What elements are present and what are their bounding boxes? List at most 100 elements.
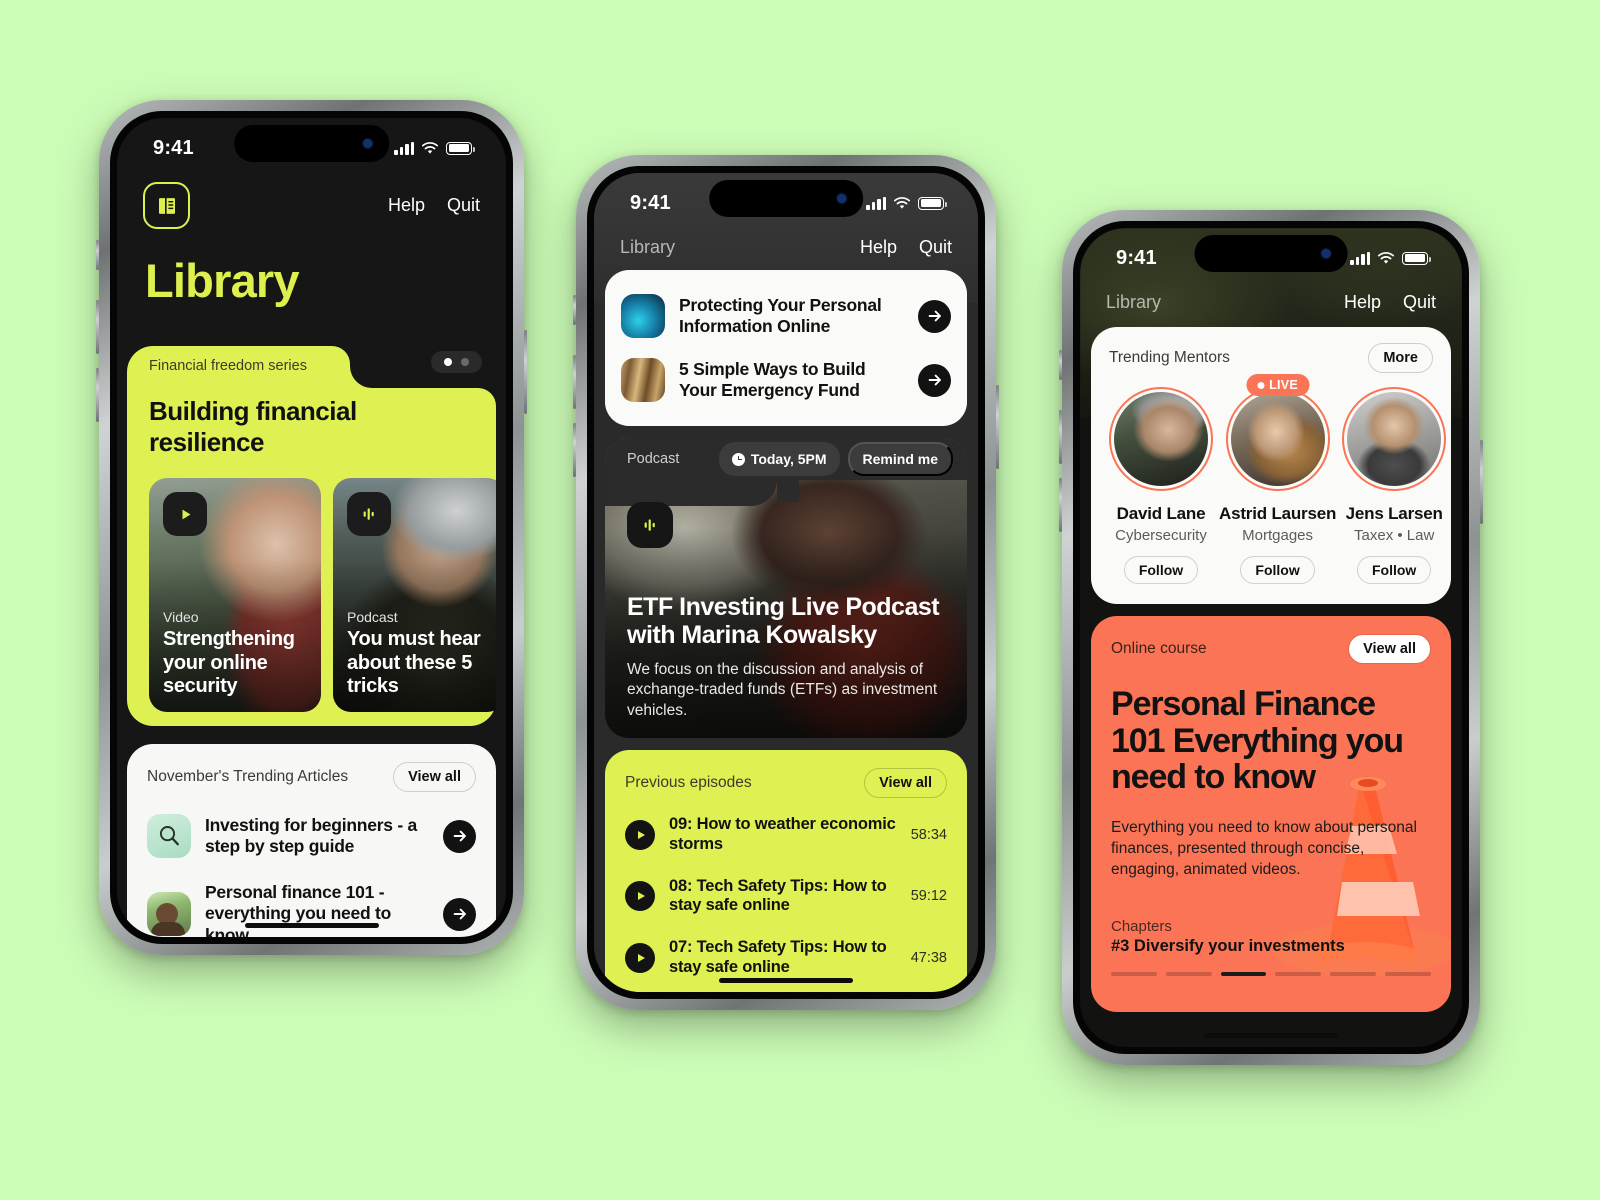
mentor-card[interactable]: Jens Larsen Taxex • Law Follow (1342, 387, 1447, 584)
course-description: Everything you need to know about person… (1111, 819, 1417, 878)
waveform-icon[interactable] (347, 492, 391, 536)
nav-back-title[interactable]: Library (1106, 292, 1161, 313)
help-button[interactable]: Help (388, 195, 425, 216)
view-all-button[interactable]: View all (393, 762, 476, 792)
battery-icon (446, 141, 475, 155)
list-item[interactable]: Investing for beginners - a step by step… (147, 802, 476, 870)
mute-switch[interactable] (1059, 350, 1062, 380)
episode-row[interactable]: 09: How to weather economic storms 58:34 (625, 804, 947, 866)
cellular-signal-icon (394, 141, 414, 155)
follow-button[interactable]: Follow (1240, 556, 1315, 584)
mentor-avatar-ring[interactable] (1225, 387, 1330, 491)
article-thumbnail-tech (621, 294, 665, 338)
hero-header-notch-mask (605, 480, 799, 506)
pagination-dot-2[interactable] (461, 358, 469, 366)
live-dot-icon (1257, 381, 1265, 389)
volume-down-button[interactable] (1059, 478, 1062, 532)
volume-up-button[interactable] (96, 300, 99, 354)
waveform-icon[interactable] (627, 502, 673, 548)
podcast-title: ETF Investing Live Podcast with Marina K… (627, 592, 940, 650)
progress-segment-2[interactable] (1165, 972, 1212, 976)
mentor-card[interactable]: David Lane Cybersecurity Follow (1109, 387, 1213, 584)
view-all-button[interactable]: View all (864, 768, 947, 798)
mute-switch[interactable] (573, 295, 576, 325)
course-tag: Online course (1111, 640, 1207, 657)
volume-down-button[interactable] (96, 368, 99, 422)
mute-switch[interactable] (96, 240, 99, 270)
trending-mentors-card: Trending Mentors More David Lane Cyberse… (1091, 327, 1451, 604)
play-icon[interactable] (625, 881, 655, 912)
progress-segment-1[interactable] (1111, 972, 1157, 976)
hero-notch-cutout-2 (478, 388, 496, 406)
nav-bar: Help Quit (117, 172, 506, 229)
podcast-hero-card[interactable]: Podcast Today, 5PM Remind me ETF Investi… (605, 438, 967, 738)
open-article-arrow-icon[interactable] (918, 299, 951, 333)
view-all-button[interactable]: View all (1348, 634, 1431, 664)
trending-articles-card: November's Trending Articles View all In… (127, 744, 496, 937)
live-label: LIVE (1269, 378, 1299, 392)
home-indicator[interactable] (719, 977, 853, 983)
phone-1-library-home: 9:41 Help Quit Library Financial freedom… (96, 100, 527, 955)
more-button[interactable]: More (1368, 343, 1433, 373)
mentor-role: Cybersecurity (1115, 527, 1207, 544)
carousel-pagination[interactable] (431, 351, 482, 373)
app-logo-icon[interactable] (143, 182, 190, 229)
volume-up-button[interactable] (1059, 410, 1062, 464)
article-thumbnail-books (621, 358, 665, 402)
play-icon[interactable] (625, 942, 655, 973)
open-article-arrow-icon[interactable] (918, 363, 951, 397)
list-item-title: 5 Simple Ways to Build Your Emergency Fu… (679, 358, 866, 400)
media-card-podcast[interactable]: Podcast You must hear about these 5 tric… (333, 478, 496, 712)
wifi-icon (893, 196, 911, 209)
help-button[interactable]: Help (860, 237, 897, 258)
magnifier-icon (147, 814, 191, 858)
face-id-sensor-icon (836, 194, 846, 203)
progress-segment-6[interactable] (1385, 972, 1431, 976)
remind-me-button[interactable]: Remind me (847, 442, 953, 476)
play-icon[interactable] (163, 492, 207, 536)
follow-button[interactable]: Follow (1123, 556, 1199, 584)
list-item[interactable]: 5 Simple Ways to Build Your Emergency Fu… (621, 348, 951, 412)
episode-row[interactable]: 08: Tech Safety Tips: How to stay safe o… (625, 866, 947, 928)
pagination-dot-1[interactable] (444, 358, 452, 366)
hero-media-carousel[interactable]: Video Strengthening your online security (127, 458, 496, 712)
nav-bar: Library Help Quit (1080, 282, 1462, 313)
quit-button[interactable]: Quit (1403, 292, 1436, 313)
open-article-arrow-icon[interactable] (443, 819, 476, 853)
episode-title: 08: Tech Safety Tips: How to stay safe o… (669, 876, 887, 915)
media-card-kind: Video (163, 609, 199, 626)
power-button[interactable] (524, 330, 527, 414)
progress-segment-3[interactable] (1220, 972, 1267, 976)
nav-back-title[interactable]: Library (620, 237, 675, 258)
trending-mentors-title: Trending Mentors (1109, 349, 1230, 366)
mentor-avatar-ring[interactable] (1109, 387, 1213, 491)
volume-up-button[interactable] (573, 355, 576, 409)
power-button[interactable] (996, 385, 999, 469)
battery-icon (918, 196, 947, 210)
media-card-video[interactable]: Video Strengthening your online security (149, 478, 321, 712)
follow-button[interactable]: Follow (1357, 556, 1432, 584)
mentor-card[interactable]: LIVE Astrid Laursen Mortgages Follow (1219, 374, 1336, 584)
power-button[interactable] (1480, 440, 1483, 524)
online-course-card[interactable]: Online course View all Personal Finance … (1091, 616, 1451, 1012)
battery-icon (1402, 251, 1431, 265)
progress-segment-5[interactable] (1330, 972, 1377, 976)
quit-button[interactable]: Quit (919, 237, 952, 258)
podcast-description: We focus on the discussion and analysis … (627, 660, 938, 720)
home-indicator[interactable] (244, 922, 379, 928)
progress-segment-4[interactable] (1275, 972, 1322, 976)
home-indicator[interactable] (1204, 1032, 1338, 1038)
chapter-progress-bar[interactable] (1111, 972, 1431, 976)
previous-episodes-card: Previous episodes View all 09: How to we… (605, 750, 967, 992)
play-icon[interactable] (625, 819, 655, 850)
mentor-avatar-ring[interactable] (1342, 387, 1447, 491)
list-item-title: Personal finance 101 - everything you ne… (205, 882, 392, 937)
quit-button[interactable]: Quit (447, 195, 480, 216)
open-article-arrow-icon[interactable] (443, 897, 476, 931)
list-item[interactable]: Protecting Your Personal Information Onl… (621, 284, 951, 348)
trending-articles-title: November's Trending Articles (147, 768, 349, 785)
volume-down-button[interactable] (573, 423, 576, 477)
financial-series-hero-card[interactable]: Financial freedom series Building financ… (127, 346, 496, 726)
schedule-chip[interactable]: Today, 5PM (718, 442, 840, 476)
help-button[interactable]: Help (1344, 292, 1381, 313)
